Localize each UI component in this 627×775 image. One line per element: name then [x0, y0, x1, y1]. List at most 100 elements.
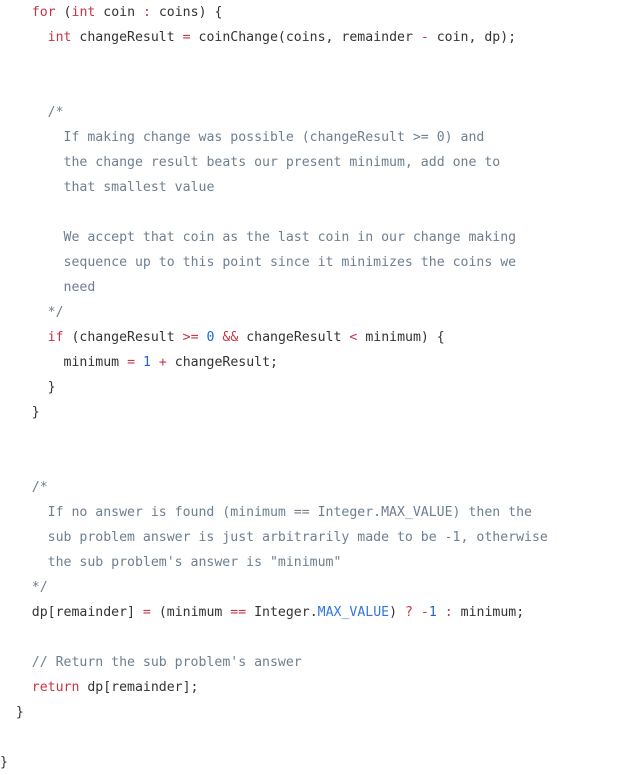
code-token-cmt: If making change was possible (changeRes…	[63, 130, 485, 145]
code-token-pln: dp[remainder];	[79, 680, 199, 695]
code-token-cmt: sequence up to this point since it minim…	[63, 255, 517, 270]
code-token-kw: if	[47, 330, 64, 345]
code-token-cmt: If no answer is found (minimum == Intege…	[47, 505, 532, 520]
code-token-op: >=	[182, 330, 199, 345]
code-line: need	[0, 275, 627, 300]
code-token-kw: return	[31, 680, 80, 695]
code-line: }	[0, 750, 627, 775]
code-token-pln: )	[389, 605, 405, 620]
code-token-pln: (changeResult	[63, 330, 183, 345]
code-line: */	[0, 575, 627, 600]
code-line: }	[0, 400, 627, 425]
code-token-pln: changeResult;	[166, 355, 278, 370]
code-token-op: -	[420, 30, 429, 45]
code-token-pun: ) {	[198, 5, 223, 20]
code-token-pln	[56, 5, 64, 20]
code-token-op: -	[420, 605, 429, 620]
code-line: We accept that coin as the last coin in …	[0, 225, 627, 250]
code-token-num: 1	[142, 355, 151, 370]
code-token-pln: coin, dp);	[428, 30, 517, 45]
code-line: /*	[0, 100, 627, 125]
code-token-pln: changeResult	[238, 330, 350, 345]
code-line: If no answer is found (minimum == Intege…	[0, 500, 627, 525]
code-token-kw: for	[31, 5, 56, 20]
code-line: }	[0, 700, 627, 725]
code-block: for (int coin : coins) { int changeResul…	[0, 0, 627, 775]
code-token-pln: dp[remainder]	[31, 605, 143, 620]
code-token-kw: int	[47, 30, 72, 45]
code-token-pln	[437, 605, 445, 620]
code-line: // Return the sub problem's answer	[0, 650, 627, 675]
code-token-con: MAX_VALUE	[317, 605, 390, 620]
code-token-op: =	[127, 355, 136, 370]
code-line: that smallest value	[0, 175, 627, 200]
code-token-op: =	[142, 605, 151, 620]
code-token-cmt: */	[31, 580, 48, 595]
code-line: /*	[0, 475, 627, 500]
code-token-pln: Integer.	[246, 605, 318, 620]
code-line: */	[0, 300, 627, 325]
code-token-op: &&	[222, 330, 239, 345]
code-token-cmt: // Return the sub problem's answer	[31, 655, 302, 670]
code-token-num: 1	[428, 605, 437, 620]
code-token-pun: }	[0, 755, 8, 770]
code-token-pln: coin	[95, 5, 143, 20]
code-line: if (changeResult >= 0 && changeResult < …	[0, 325, 627, 350]
code-token-pun: }	[31, 405, 40, 420]
code-line: int changeResult = coinChange(coins, rem…	[0, 25, 627, 50]
code-line: return dp[remainder];	[0, 675, 627, 700]
code-line: }	[0, 375, 627, 400]
code-token-pln: changeResult	[71, 30, 183, 45]
code-token-cmt: the sub problem's answer is "minimum"	[47, 555, 342, 570]
code-token-cmt: */	[47, 305, 64, 320]
code-token-op: =	[182, 30, 191, 45]
code-token-kw: int	[71, 5, 96, 20]
code-line: minimum = 1 + changeResult;	[0, 350, 627, 375]
code-token-cmt: We accept that coin as the last coin in …	[63, 230, 517, 245]
code-token-cmt: that smallest value	[63, 180, 215, 195]
code-token-pun: }	[15, 705, 24, 720]
code-token-pln: coinChange(coins, remainder	[190, 30, 421, 45]
code-token-cmt: /*	[31, 480, 48, 495]
code-line: dp[remainder] = (minimum == Integer.MAX_…	[0, 600, 627, 625]
code-token-cmt: need	[63, 280, 96, 295]
code-token-pln: minimum) {	[357, 330, 445, 345]
code-token-cmt: sub problem answer is just arbitrarily m…	[47, 530, 548, 545]
code-token-pln: coins	[150, 5, 199, 20]
code-token-op: :	[142, 5, 151, 20]
code-token-pln	[413, 605, 421, 620]
code-token-pun: }	[47, 380, 56, 395]
code-token-pln: minimum;	[452, 605, 525, 620]
code-line: sequence up to this point since it minim…	[0, 250, 627, 275]
code-line: the change result beats our present mini…	[0, 150, 627, 175]
code-token-op: +	[158, 355, 167, 370]
code-token-op: ?	[405, 605, 413, 620]
